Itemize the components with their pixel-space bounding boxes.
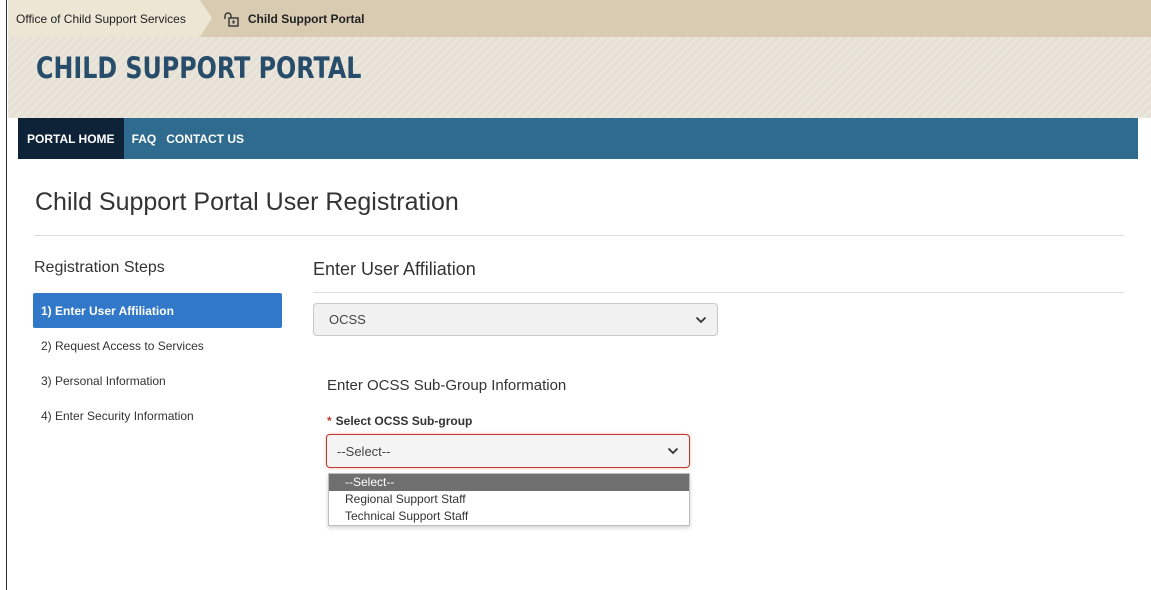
breadcrumb-current-label: Child Support Portal xyxy=(247,11,365,26)
affiliation-select-value: OCSS xyxy=(329,312,366,327)
nav-contact-us[interactable]: CONTACT US xyxy=(161,118,249,159)
site-title: CHILD SUPPORT PORTAL xyxy=(36,51,362,85)
chevron-down-icon xyxy=(667,447,679,455)
breadcrumb-current: Child Support Portal xyxy=(212,0,365,37)
subgroup-select[interactable]: --Select-- xyxy=(326,434,690,468)
nav-portal-home[interactable]: PORTAL HOME xyxy=(18,118,124,159)
main-nav: PORTAL HOME FAQ CONTACT US xyxy=(18,118,1138,159)
affiliation-select[interactable]: OCSS xyxy=(313,303,718,336)
nav-faq[interactable]: FAQ xyxy=(124,118,162,159)
breadcrumb-home-label: Office of Child Support Services xyxy=(16,11,186,26)
page: Office of Child Support Services Child S… xyxy=(8,0,1151,590)
steps-heading: Registration Steps xyxy=(34,259,165,276)
subgroup-dropdown-list: --Select-- Regional Support Staff Techni… xyxy=(328,473,690,526)
subgroup-field-label: * Select OCSS Sub-group xyxy=(327,414,472,428)
step-personal-information[interactable]: 3) Personal Information xyxy=(33,363,282,398)
section-divider xyxy=(313,292,1124,293)
portal-lock-icon xyxy=(224,11,239,27)
subgroup-heading: Enter OCSS Sub-Group Information xyxy=(327,377,567,394)
step-enter-user-affiliation[interactable]: 1) Enter User Affiliation xyxy=(33,293,282,328)
window-left-border xyxy=(0,0,7,590)
dropdown-option-select[interactable]: --Select-- xyxy=(329,474,689,491)
required-marker: * xyxy=(327,414,332,428)
registration-steps: 1) Enter User Affiliation 2) Request Acc… xyxy=(33,293,282,433)
breadcrumb: Office of Child Support Services Child S… xyxy=(8,0,1151,37)
site-header: CHILD SUPPORT PORTAL xyxy=(8,37,1151,118)
subgroup-select-value: --Select-- xyxy=(337,443,391,459)
affiliation-heading: Enter User Affiliation xyxy=(313,259,476,279)
page-title: Child Support Portal User Registration xyxy=(35,188,459,216)
subgroup-label-text: Select OCSS Sub-group xyxy=(335,414,473,428)
breadcrumb-home-link[interactable]: Office of Child Support Services xyxy=(8,0,200,37)
step-security-information[interactable]: 4) Enter Security Information xyxy=(33,398,282,433)
dropdown-option-regional-support-staff[interactable]: Regional Support Staff xyxy=(329,491,689,508)
dropdown-option-technical-support-staff[interactable]: Technical Support Staff xyxy=(329,508,689,525)
breadcrumb-separator xyxy=(199,0,212,37)
step-request-access[interactable]: 2) Request Access to Services xyxy=(33,328,282,363)
chevron-down-icon xyxy=(695,316,707,323)
title-divider xyxy=(34,235,1124,236)
